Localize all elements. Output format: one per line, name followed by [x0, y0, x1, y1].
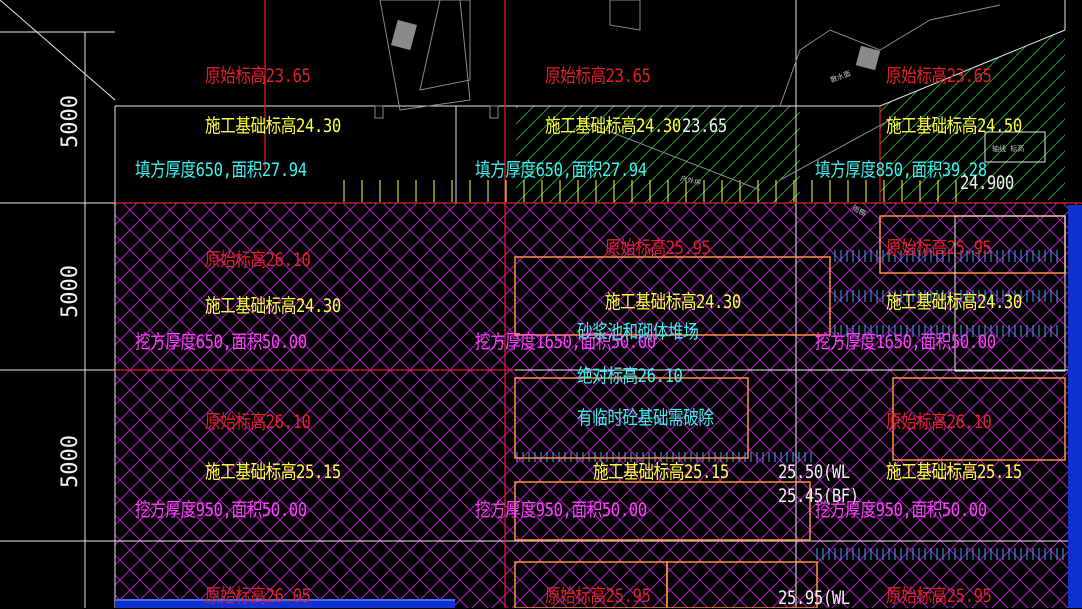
fill-tick-band — [336, 180, 966, 202]
r1c2-fill-info: 填方厚度650,面积27.94 — [475, 159, 647, 181]
r1c1-original-elevation: 原始标高23.65 — [205, 65, 311, 87]
structure-square-1 — [390, 19, 418, 51]
dimension-row3: 5000 — [58, 435, 83, 488]
r3c2-construction-elevation: 施工基础标高25.15 — [593, 461, 729, 483]
structure-square-2 — [855, 45, 881, 71]
r2c3-original-elevation: 原始标高25.95 — [886, 237, 992, 259]
r1c3-construction-elevation: 施工基础标高24.50 — [886, 115, 1022, 137]
r3c3-original-elevation: 原始标高26.10 — [886, 411, 992, 433]
r3c1-construction-elevation: 施工基础标高25.15 — [205, 461, 341, 483]
r1c1-construction-elevation: 施工基础标高24.30 — [205, 115, 341, 137]
r2c1-cut-info: 挖方厚度650,面积50.00 — [135, 331, 307, 353]
water-edge-right — [1068, 205, 1082, 608]
r2c3-construction-elevation: 施工基础标高24.30 — [886, 291, 1022, 313]
r4c2-original-elevation: 原始标高25.95 — [545, 585, 651, 607]
r1c3-original-elevation: 原始标高23.65 — [886, 65, 992, 87]
r2c2-construction-elevation: 施工基础标高24.30 — [605, 291, 741, 313]
dimension-row1: 5000 — [58, 95, 83, 148]
r3c1-cut-info: 挖方厚度950,面积50.00 — [135, 499, 307, 521]
r4c3-original-elevation: 原始标高25.95 — [886, 585, 992, 607]
r2c2-original-elevation: 原始标高25.95 — [605, 237, 711, 259]
r4c1-original-elevation: 原始标高26.05 — [205, 585, 311, 607]
water-level-label-2: 25.95(WL — [778, 587, 850, 609]
note-absolute-elevation: 绝对标高26.10 — [577, 365, 683, 387]
r1c2-construction-elevation: 施工基础标高24.30 — [545, 115, 681, 137]
r2c3-cut-info: 挖方厚度1650,面积50.00 — [815, 331, 996, 353]
note-temporary-foundation: 有临时砼基础需破除 — [577, 407, 714, 429]
r3c2-cut-info: 挖方厚度950,面积50.00 — [475, 499, 647, 521]
dimension-row2: 5000 — [58, 265, 83, 318]
r1c3-level: 24.900 — [960, 172, 1014, 194]
note-mortar-pool: 砂浆池和砌体堆场 — [577, 321, 699, 343]
r1c2-extra-elevation: 23.65 — [682, 115, 727, 137]
r3c3-construction-elevation: 施工基础标高25.15 — [886, 461, 1022, 483]
r1c1-fill-info: 填方厚度650,面积27.94 — [135, 159, 307, 181]
water-level-label: 25.50(WL — [778, 461, 850, 483]
r1c2-original-elevation: 原始标高23.65 — [545, 65, 651, 87]
r3c3-cut-info: 挖方厚度950,面积50.00 — [815, 499, 987, 521]
r3c1-original-elevation: 原始标高26.10 — [205, 411, 311, 433]
small-label-legend: 轴线 标高 — [992, 145, 1025, 153]
cyan-tick-band-4 — [815, 548, 1075, 560]
r2c1-construction-elevation: 施工基础标高24.30 — [205, 295, 341, 317]
r2c1-original-elevation: 原始标高26.10 — [205, 249, 311, 271]
